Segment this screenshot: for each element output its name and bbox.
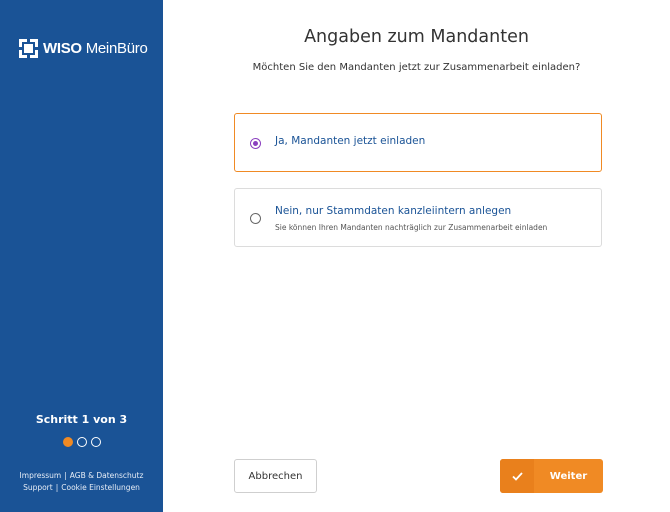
checkmark-icon — [500, 459, 534, 493]
option-invite-now-label: Ja, Mandanten jetzt einladen — [275, 135, 426, 147]
support-link[interactable]: Support — [23, 483, 53, 492]
footer-separator: | — [64, 471, 67, 480]
main-content: Angaben zum Mandanten Möchten Sie den Ma… — [163, 0, 670, 512]
radio-master-data-only[interactable] — [250, 213, 261, 224]
step-dot-2 — [76, 437, 87, 447]
logo-text: WISO MeinBüro — [43, 40, 148, 57]
impressum-link[interactable]: Impressum — [20, 471, 62, 480]
logo: WISO MeinBüro — [19, 39, 148, 58]
option-master-data-only-label: Nein, nur Stammdaten kanzleiintern anleg… — [275, 205, 512, 217]
step-indicator-dots — [0, 437, 163, 447]
footer-links: Impressum | AGB & Datenschutz Support | Cook… — [0, 470, 163, 494]
next-button[interactable]: Weiter — [500, 459, 603, 493]
page-title: Angaben zum Mandanten — [304, 27, 529, 47]
sidebar: WISO MeinBüro Schritt 1 von 3 Impressum |… — [0, 0, 163, 512]
option-master-data-only-hint: Sie können Ihren Mandanten nachträglich … — [275, 223, 548, 232]
footer-separator: | — [55, 483, 59, 492]
step-dot-3 — [90, 437, 101, 447]
next-button-label: Weiter — [549, 470, 588, 482]
wiso-logo-icon — [19, 39, 38, 58]
step-indicator-label: Schritt 1 von 3 — [35, 413, 128, 426]
step-dot-1 — [62, 437, 73, 447]
agb-datenschutz-link[interactable]: AGB & Datenschutz — [70, 471, 144, 480]
logo-text-bold: WISO — [43, 40, 82, 57]
option-master-data-only[interactable]: Nein, nur Stammdaten kanzleiintern anleg… — [234, 188, 602, 247]
logo-text-rest: MeinBüro — [85, 40, 148, 57]
cookie-settings-link[interactable]: Cookie Einstellungen — [61, 483, 140, 492]
cancel-button[interactable]: Abbrechen — [234, 459, 317, 493]
radio-invite-now[interactable] — [250, 138, 261, 149]
page-subtitle: Möchten Sie den Mandanten jetzt zur Zusa… — [252, 62, 581, 73]
option-invite-now[interactable]: Ja, Mandanten jetzt einladen — [234, 113, 602, 172]
